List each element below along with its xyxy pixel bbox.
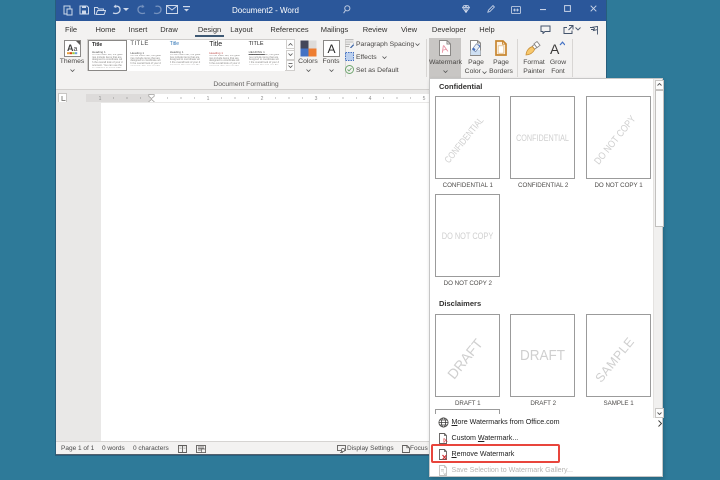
svg-text:a: a — [74, 46, 78, 53]
svg-text:A: A — [328, 42, 336, 56]
svg-text:A: A — [550, 41, 560, 56]
svg-text:A: A — [442, 436, 449, 443]
